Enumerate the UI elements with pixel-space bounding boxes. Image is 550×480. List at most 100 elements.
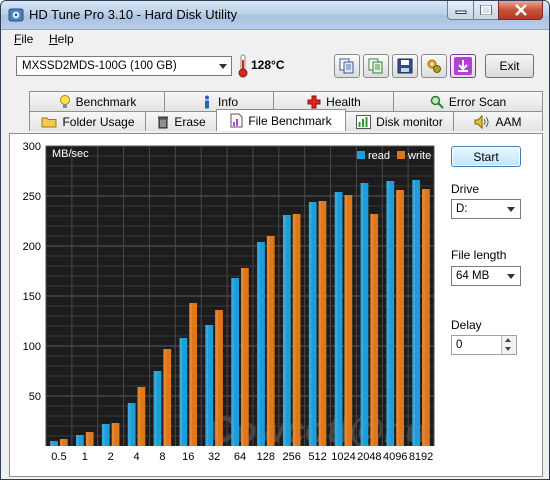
minimize-icon [455, 10, 466, 14]
tab-health[interactable]: Health [273, 91, 395, 111]
tab-label: Erase [174, 114, 206, 129]
bar-chart-icon [356, 114, 372, 129]
tab-folder-usage[interactable]: Folder Usage [29, 111, 147, 131]
spin-buttons[interactable] [501, 336, 516, 354]
spin-up-icon[interactable] [505, 338, 511, 342]
bar-highlight [360, 183, 364, 446]
exit-button[interactable]: Exit [485, 54, 534, 78]
file-length-dropdown[interactable]: 64 MB [451, 266, 521, 286]
y-tick-label: 250 [23, 191, 41, 203]
tab-label: Health [326, 94, 361, 109]
x-tick-label: 64 [234, 451, 246, 463]
tab-label: Error Scan [448, 94, 507, 109]
save-button[interactable] [392, 54, 418, 78]
tab-disk-monitor[interactable]: Disk monitor [344, 111, 455, 131]
copy-button[interactable] [334, 54, 360, 78]
maximize-icon [480, 5, 492, 15]
tab-erase[interactable]: Erase [145, 111, 218, 131]
close-button[interactable] [498, 1, 543, 20]
drive-select-value: MXSSD2MDS-100G (100 GB) [22, 60, 177, 72]
tab-control: Benchmark Info Health Error Scan Folder Usa… [9, 91, 543, 477]
x-tick-label: 8 [159, 451, 165, 463]
x-tick-label: 128 [257, 451, 275, 463]
drive-label: Drive [451, 182, 480, 196]
copy-info-button[interactable] [363, 54, 389, 78]
tab-benchmark[interactable]: Benchmark [29, 91, 166, 111]
title-bar[interactable]: HD Tune Pro 3.10 - Hard Disk Utility [1, 1, 549, 30]
tab-label: Folder Usage [62, 114, 135, 129]
bar-highlight [111, 423, 115, 446]
legend-label-read: read [368, 150, 390, 162]
bar-highlight [344, 195, 348, 446]
app-window: HD Tune Pro 3.10 - Hard Disk Utility Fil… [0, 0, 550, 480]
options-button[interactable] [421, 54, 447, 78]
bar-highlight [127, 403, 131, 446]
spin-down-icon[interactable] [505, 347, 511, 351]
maximize-button[interactable] [473, 1, 499, 20]
x-tick-label: 512 [308, 451, 326, 463]
bar-highlight [334, 192, 338, 446]
bar-highlight [412, 180, 416, 446]
bar-highlight [231, 278, 234, 446]
y-tick-label: 50 [29, 391, 41, 403]
download-icon [454, 57, 472, 75]
bar-highlight [370, 214, 374, 446]
bar-highlight [282, 215, 286, 446]
legend-swatch-write [397, 151, 405, 159]
bar-highlight [153, 371, 157, 446]
x-tick-label: 8192 [409, 451, 433, 463]
x-tick-label: 32 [208, 451, 220, 463]
temperature-readout: 128°C [251, 58, 285, 72]
start-button[interactable]: Start [451, 146, 521, 167]
menu-file[interactable]: File [14, 32, 33, 46]
folder-icon [41, 115, 57, 128]
menu-help[interactable]: Help [49, 32, 74, 46]
menu-bar: File Help [2, 30, 548, 49]
tab-info[interactable]: Info [164, 91, 275, 111]
bar-highlight [205, 325, 209, 446]
bar-highlight [396, 190, 399, 446]
toolbar: MXSSD2MDS-100G (100 GB) 128°C Exit [2, 50, 548, 84]
tab-file-benchmark[interactable]: File Benchmark [216, 109, 346, 131]
bar-highlight [292, 214, 296, 446]
drive-dropdown[interactable]: D: [451, 199, 521, 219]
x-tick-label: 256 [283, 451, 301, 463]
tab-label: Info [217, 94, 238, 109]
x-tick-label: 2 [108, 451, 114, 463]
delay-value: 0 [456, 339, 463, 351]
y-tick-label: 100 [23, 341, 41, 353]
download-button[interactable] [450, 54, 476, 78]
bar-highlight [189, 303, 192, 446]
tab-error-scan[interactable]: Error Scan [393, 91, 543, 111]
tab-aam[interactable]: AAM [453, 111, 543, 131]
x-tick-label: 4096 [383, 451, 407, 463]
bar-highlight [215, 310, 218, 446]
info-icon [201, 95, 213, 109]
bar-highlight [85, 432, 89, 446]
bar-highlight [101, 424, 105, 446]
x-tick-label: 0.5 [51, 451, 66, 463]
bar-highlight [266, 236, 270, 446]
close-icon [514, 4, 527, 16]
window-title: HD Tune Pro 3.10 - Hard Disk Utility [29, 7, 238, 22]
bar-highlight [50, 441, 53, 446]
bar-highlight [308, 202, 312, 446]
minimize-button[interactable] [447, 1, 474, 20]
bar-highlight [318, 201, 322, 446]
x-tick-label: 16 [182, 451, 194, 463]
tab-label: Benchmark [75, 94, 137, 109]
bar-highlight [179, 338, 183, 446]
file-benchmark-icon [230, 113, 243, 128]
y-tick-label: 200 [23, 241, 41, 253]
bar-highlight [257, 242, 260, 446]
chevron-down-icon [219, 64, 227, 69]
y-axis-label: MB/sec [52, 148, 89, 160]
health-cross-icon [307, 95, 321, 109]
trash-icon [157, 115, 169, 129]
tab-label: Disk monitor [376, 114, 443, 129]
x-tick-label: 1024 [331, 451, 355, 463]
delay-stepper[interactable]: 0 [451, 335, 517, 355]
x-tick-label: 2048 [357, 451, 381, 463]
bar-highlight [422, 189, 425, 446]
drive-select[interactable]: MXSSD2MDS-100G (100 GB) [16, 56, 232, 76]
